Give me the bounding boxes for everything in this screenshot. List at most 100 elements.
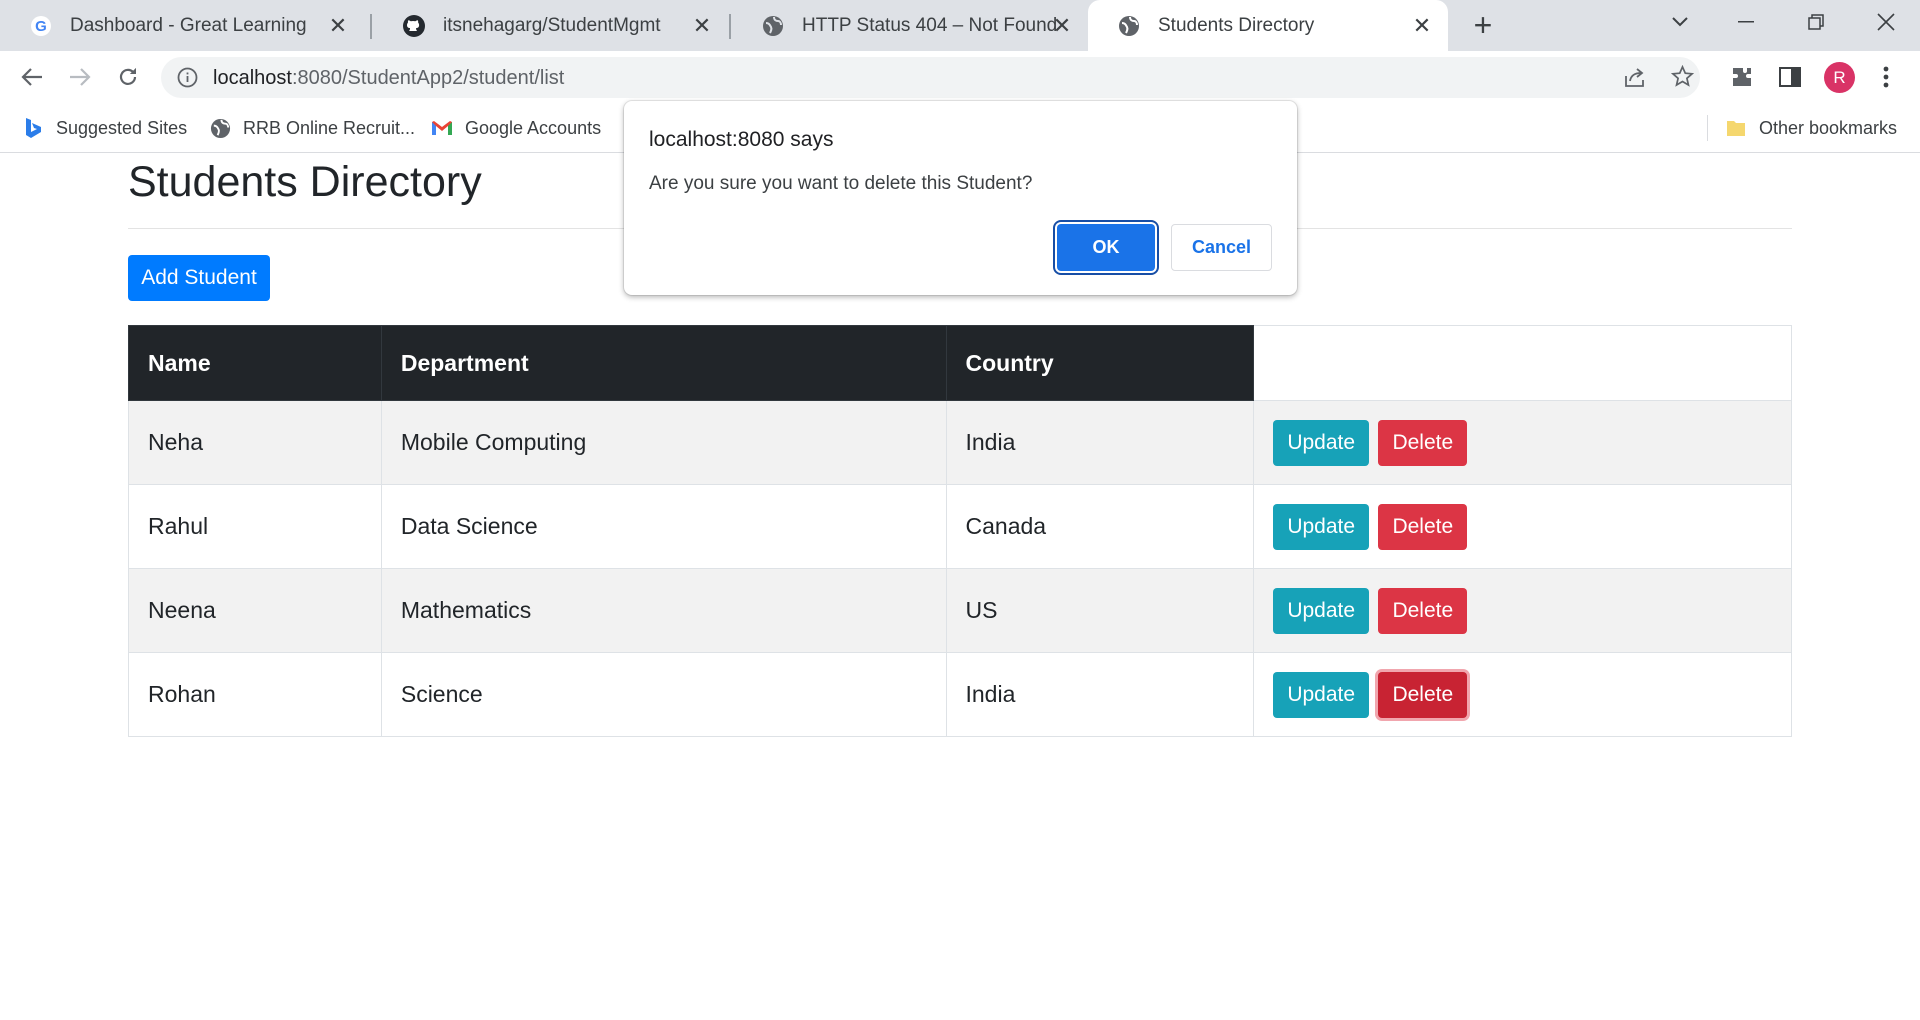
cell-country: India [945, 652, 1255, 737]
delete-button[interactable]: Delete [1378, 671, 1468, 718]
menu-button[interactable] [1868, 59, 1904, 95]
dialog-message: Are you sure you want to delete this Stu… [649, 173, 1033, 194]
cell-name: Neha [128, 400, 382, 485]
cell-actions: Update Delete [1253, 400, 1792, 485]
close-icon[interactable]: ✕ [1410, 14, 1434, 38]
side-panel-button[interactable] [1772, 59, 1808, 95]
delete-button[interactable]: Delete [1378, 587, 1468, 634]
bookmark-label: Suggested Sites [56, 117, 188, 138]
bookmark-divider [1707, 115, 1708, 141]
gmail-icon [431, 117, 453, 139]
url-path: :8080/StudentApp2/student/list [291, 67, 565, 89]
update-button[interactable]: Update [1273, 419, 1370, 466]
restore-icon [1808, 14, 1824, 30]
cell-actions: Update Delete [1253, 652, 1792, 737]
tab-students-directory[interactable]: Students Directory ✕ [1088, 0, 1448, 51]
bookmark-google-accounts[interactable]: Google Accounts [431, 113, 601, 143]
table-row: Rahul Data Science Canada Update Delete [128, 484, 1792, 569]
arrow-right-icon [70, 68, 91, 86]
svg-text:G: G [35, 18, 47, 35]
dialog-title: localhost:8080 says [649, 128, 834, 151]
bookmark-rrb[interactable]: RRB Online Recruit... [209, 113, 415, 143]
address-bar[interactable]: localhost:8080/StudentApp2/student/list [161, 57, 1700, 98]
bing-icon [22, 117, 44, 139]
forward-button[interactable] [62, 59, 98, 95]
cell-country: Canada [945, 484, 1255, 569]
share-icon[interactable] [1623, 66, 1646, 94]
info-icon[interactable] [177, 67, 198, 93]
close-icon[interactable]: ✕ [1050, 14, 1074, 38]
cell-department: Science [380, 652, 947, 737]
puzzle-icon [1733, 68, 1751, 86]
reload-button[interactable] [110, 59, 146, 95]
column-header-actions [1253, 325, 1792, 401]
minimize-button[interactable] [1713, 0, 1779, 44]
cell-actions: Update Delete [1253, 568, 1792, 653]
folder-icon [1725, 117, 1747, 139]
cell-department: Data Science [380, 484, 947, 569]
bookmark-label: RRB Online Recruit... [243, 117, 416, 138]
chevron-down-icon [1672, 17, 1688, 27]
delete-button[interactable]: Delete [1378, 503, 1468, 550]
globe-icon [761, 14, 785, 38]
cell-name: Rahul [128, 484, 382, 569]
table-row: Rohan Science India Update Delete [128, 652, 1792, 737]
reload-icon [119, 68, 137, 85]
star-icon[interactable] [1670, 64, 1695, 93]
extensions-button[interactable] [1724, 59, 1760, 95]
url-host: localhost [213, 67, 292, 89]
google-g-icon: G [29, 14, 53, 38]
tab-separator [370, 14, 372, 39]
cell-name: Rohan [128, 652, 382, 737]
close-icon[interactable]: ✕ [690, 14, 714, 38]
confirm-dialog: localhost:8080 says Are you sure you wan… [624, 101, 1297, 295]
browser-toolbar: localhost:8080/StudentApp2/student/list … [0, 51, 1920, 103]
students-table: Name Department Country Neha Mobile Comp… [128, 325, 1792, 737]
tab-title: HTTP Status 404 – Not Found [802, 14, 1058, 36]
update-button[interactable]: Update [1273, 503, 1370, 550]
arrow-left-icon [21, 68, 42, 86]
globe-icon [1117, 14, 1141, 38]
back-button[interactable] [14, 59, 50, 95]
other-bookmarks[interactable]: Other bookmarks [1725, 113, 1897, 143]
side-panel-icon [1779, 67, 1801, 87]
column-header-name: Name [128, 325, 382, 401]
tab-search-button[interactable] [1647, 0, 1713, 44]
bookmark-label: Google Accounts [465, 117, 602, 138]
cancel-button[interactable]: Cancel [1171, 224, 1272, 271]
tab-github[interactable]: itsnehagarg/StudentMgmt ✕ [373, 0, 728, 51]
column-header-country: Country [945, 325, 1255, 401]
tab-title: Dashboard - Great Learning [70, 14, 307, 36]
cell-country: India [945, 400, 1255, 485]
tab-separator [729, 14, 731, 39]
kebab-menu-icon [1883, 66, 1889, 88]
github-icon [402, 14, 426, 38]
tab-strip: G Dashboard - Great Learning ✕ itsnehaga… [0, 0, 1920, 51]
url-text: localhost:8080/StudentApp2/student/list [213, 67, 564, 90]
table-row: Neena Mathematics US Update Delete [128, 568, 1792, 653]
delete-button[interactable]: Delete [1378, 419, 1468, 466]
ok-button[interactable]: OK [1057, 224, 1155, 271]
tab-404[interactable]: HTTP Status 404 – Not Found ✕ [732, 0, 1088, 51]
update-button[interactable]: Update [1273, 587, 1370, 634]
cell-actions: Update Delete [1253, 484, 1792, 569]
bookmark-label: Other bookmarks [1759, 117, 1898, 138]
minimize-icon [1738, 21, 1754, 23]
close-icon[interactable]: ✕ [326, 14, 350, 38]
globe-icon [209, 117, 231, 139]
update-button[interactable]: Update [1273, 671, 1370, 718]
bookmark-suggested-sites[interactable]: Suggested Sites [22, 113, 187, 143]
restore-button[interactable] [1783, 0, 1849, 44]
tab-dashboard[interactable]: G Dashboard - Great Learning ✕ [0, 0, 364, 51]
cell-name: Neena [128, 568, 382, 653]
tab-title: itsnehagarg/StudentMgmt [443, 14, 661, 36]
cell-department: Mobile Computing [380, 400, 947, 485]
avatar[interactable]: R [1824, 62, 1855, 93]
table-row: Neha Mobile Computing India Update Delet… [128, 400, 1792, 485]
tab-title: Students Directory [1158, 14, 1315, 36]
close-icon [1877, 13, 1895, 31]
new-tab-button[interactable]: + [1466, 9, 1500, 43]
add-student-button[interactable]: Add Student [128, 255, 270, 301]
close-window-button[interactable] [1853, 0, 1919, 44]
cell-country: US [945, 568, 1255, 653]
